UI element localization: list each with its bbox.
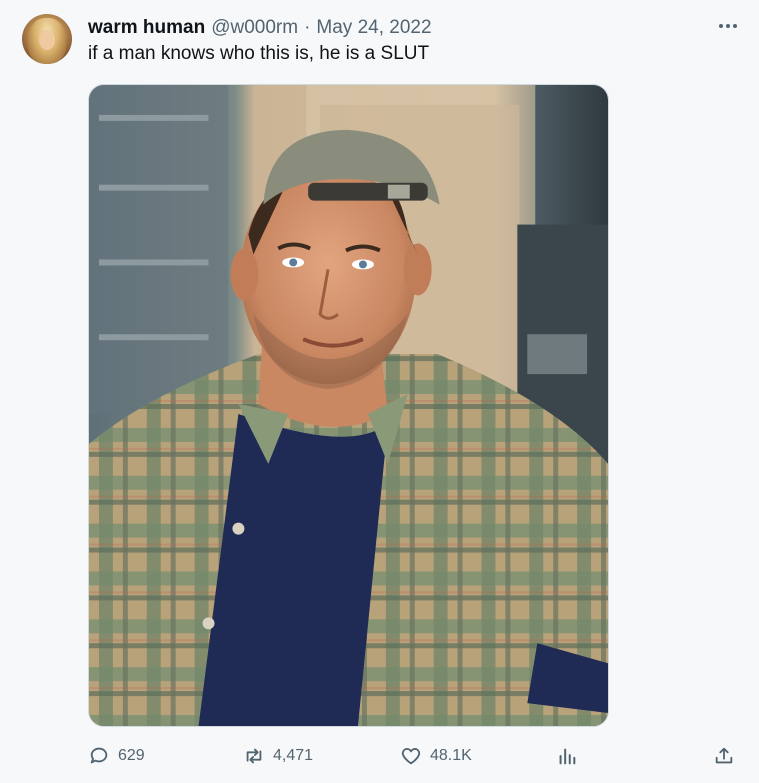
photo-illustration — [89, 85, 608, 726]
like-button[interactable]: 48.1K — [400, 740, 472, 772]
tweet-date[interactable]: May 24, 2022 — [316, 17, 431, 39]
retweet-icon — [246, 748, 262, 764]
like-icon — [401, 748, 421, 765]
tweet-actions: 629 4,471 48.1K — [88, 740, 738, 772]
more-dot — [733, 24, 737, 28]
avatar-face — [39, 30, 55, 50]
tweet-text: if a man knows who this is, he is a SLUT — [88, 43, 430, 64]
author-name[interactable]: warm human — [88, 17, 205, 39]
reply-count: 629 — [118, 747, 145, 764]
retweet-count: 4,471 — [273, 747, 314, 764]
share-button[interactable] — [713, 740, 743, 772]
views-button[interactable] — [556, 740, 586, 772]
separator-dot: · — [304, 17, 311, 38]
share-icon — [715, 747, 733, 764]
reply-button[interactable]: 629 — [88, 740, 145, 772]
tweet-header: warm human @w000rm · May 24, 2022 — [88, 16, 739, 40]
tweet-photo[interactable] — [88, 84, 609, 727]
more-dot — [726, 24, 730, 28]
reply-icon — [90, 747, 108, 764]
retweet-button[interactable]: 4,471 — [243, 740, 313, 772]
avatar[interactable] — [22, 14, 72, 64]
author-handle[interactable]: @w000rm — [211, 17, 298, 39]
more-icon[interactable] — [719, 16, 737, 36]
like-count: 48.1K — [430, 747, 472, 764]
more-dot — [719, 24, 723, 28]
views-icon — [559, 748, 576, 765]
